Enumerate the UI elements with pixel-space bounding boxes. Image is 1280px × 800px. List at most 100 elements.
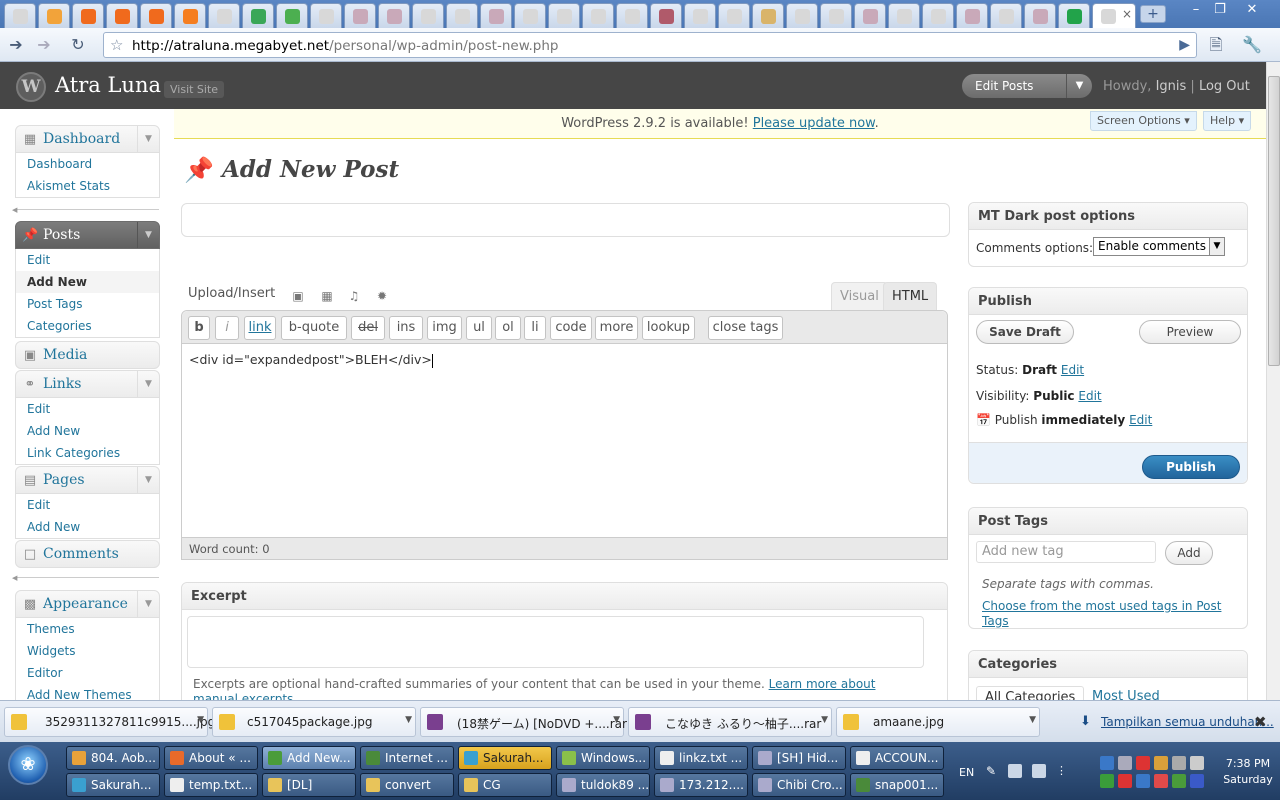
qt-lookup-button[interactable]: lookup [642, 316, 695, 340]
qt-link-button[interactable]: link [244, 316, 276, 340]
screen-options-button[interactable]: Screen Options ▾ [1090, 111, 1197, 131]
qt-italic-button[interactable]: i [215, 316, 239, 340]
menu-links[interactable]: ⚭ Links ▼ [15, 370, 160, 398]
browser-tab[interactable] [650, 3, 682, 28]
tray-icon[interactable] [1100, 756, 1114, 770]
chevron-down-icon[interactable]: ▼ [1066, 74, 1092, 98]
browser-tab[interactable] [1024, 3, 1056, 28]
download-item[interactable]: こなゆき ふるり〜柚子....rar ▼ [628, 707, 832, 737]
chevron-down-icon[interactable]: ▼ [1029, 715, 1036, 725]
menu-toggle-icon[interactable]: ▼ [137, 126, 159, 152]
tray-icon[interactable] [1100, 774, 1114, 788]
tray-icon[interactable] [1172, 756, 1186, 770]
submenu-link-categories[interactable]: Link Categories [16, 442, 159, 464]
tray-icon[interactable] [1136, 774, 1150, 788]
tray-icon[interactable] [1172, 774, 1186, 788]
browser-tab[interactable] [990, 3, 1022, 28]
tray-icon[interactable] [1154, 756, 1168, 770]
post-tags-heading[interactable]: Post Tags [969, 508, 1247, 535]
browser-tab[interactable] [684, 3, 716, 28]
browser-tab[interactable] [276, 3, 308, 28]
menu-pages[interactable]: ▤ Pages ▼ [15, 466, 160, 494]
edit-status-link[interactable]: Edit [1061, 363, 1084, 377]
scrollbar-thumb[interactable] [1268, 76, 1280, 366]
browser-tab[interactable] [38, 3, 70, 28]
system-clock[interactable]: 7:38 PM Saturday [1222, 756, 1274, 788]
tray-icon[interactable] [1190, 774, 1204, 788]
new-tab-button[interactable]: + [1140, 5, 1166, 23]
visit-site-button[interactable]: Visit Site [164, 81, 225, 98]
help-button[interactable]: Help ▾ [1203, 111, 1252, 131]
browser-tab[interactable] [412, 3, 444, 28]
user-profile-link[interactable]: Ignis [1156, 79, 1187, 94]
qt-blockquote-button[interactable]: b-quote [281, 316, 347, 340]
keyboard-icon[interactable] [1008, 764, 1022, 778]
browser-tab[interactable] [548, 3, 580, 28]
chevron-down-icon[interactable]: ▼ [821, 715, 828, 725]
qt-del-button[interactable]: del [351, 316, 385, 340]
browser-tab[interactable] [140, 3, 172, 28]
qt-bold-button[interactable]: b [188, 316, 210, 340]
browser-tab[interactable] [820, 3, 852, 28]
taskbar-button-flashing[interactable]: Sakurah... [458, 746, 552, 770]
tab-html[interactable]: HTML [883, 282, 938, 310]
publish-button[interactable]: Publish [1142, 455, 1240, 479]
menu-comments[interactable]: □ Comments [15, 540, 160, 568]
browser-tab[interactable] [1058, 3, 1090, 28]
browser-tab[interactable] [72, 3, 104, 28]
submenu-post-tags[interactable]: Post Tags [16, 293, 159, 315]
taskbar-button[interactable]: convert [360, 773, 454, 797]
taskbar-button[interactable]: CG [458, 773, 552, 797]
menu-dashboard[interactable]: ▦ Dashboard ▼ [15, 125, 160, 153]
submenu-edit-pages[interactable]: Edit [16, 494, 159, 516]
tray-icon[interactable] [1118, 774, 1132, 788]
taskbar-button[interactable]: Internet ... [360, 746, 454, 770]
browser-tab[interactable] [786, 3, 818, 28]
menu-toggle-icon[interactable]: ▼ [137, 467, 159, 493]
reload-icon[interactable]: ↻ [66, 34, 90, 56]
menu-media[interactable]: ▣ Media [15, 341, 160, 369]
submenu-editor[interactable]: Editor [16, 662, 159, 684]
menu-appearance[interactable]: ▩ Appearance ▼ [15, 590, 160, 618]
browser-tab[interactable] [922, 3, 954, 28]
excerpt-heading[interactable]: Excerpt [182, 583, 947, 610]
taskbar-button[interactable]: 173.212.... [654, 773, 748, 797]
submenu-edit-posts[interactable]: Edit [16, 249, 159, 271]
qt-ol-button[interactable]: ol [495, 316, 521, 340]
show-all-downloads-link[interactable]: Tampilkan semua unduhan... [1101, 715, 1274, 729]
submenu-add-new-page[interactable]: Add New [16, 516, 159, 538]
browser-tab[interactable] [344, 3, 376, 28]
taskbar-button[interactable]: 804. Aob... [66, 746, 160, 770]
taskbar-button[interactable]: ACCOUN... [850, 746, 944, 770]
chevron-down-icon[interactable]: ▼ [613, 715, 620, 725]
browser-tab[interactable] [174, 3, 206, 28]
browser-tab[interactable] [752, 3, 784, 28]
edit-visibility-link[interactable]: Edit [1078, 389, 1101, 403]
start-button[interactable]: ❀ [8, 745, 48, 785]
download-item[interactable]: amaane.jpg ▼ [836, 707, 1040, 737]
browser-tab[interactable] [854, 3, 886, 28]
taskbar-button[interactable]: linkz.txt ... [654, 746, 748, 770]
network-icon[interactable] [1118, 756, 1132, 770]
tray-icon[interactable] [1154, 774, 1168, 788]
update-now-link[interactable]: Please update now [753, 116, 875, 131]
browser-tab[interactable] [582, 3, 614, 28]
taskbar-button[interactable]: [SH] Hid... [752, 746, 846, 770]
minimize-icon[interactable]: – [1184, 2, 1208, 20]
browser-tab[interactable] [480, 3, 512, 28]
chevron-down-icon[interactable]: ▼ [405, 715, 412, 725]
browser-tab[interactable] [616, 3, 648, 28]
qt-ins-button[interactable]: ins [389, 316, 423, 340]
save-draft-button[interactable]: Save Draft [976, 320, 1074, 344]
browser-tab[interactable] [242, 3, 274, 28]
menu-posts[interactable]: 📌 Posts ▼ [15, 221, 160, 249]
browser-tab[interactable] [4, 3, 36, 28]
taskbar-button-active[interactable]: Add New... [262, 746, 356, 770]
language-indicator[interactable]: EN [959, 766, 974, 779]
go-icon[interactable]: ▶ [1179, 37, 1190, 53]
download-item[interactable]: c517045package.jpg ▼ [212, 707, 416, 737]
submenu-add-new-link[interactable]: Add New [16, 420, 159, 442]
categories-heading[interactable]: Categories [969, 651, 1247, 678]
qt-ul-button[interactable]: ul [466, 316, 492, 340]
page-menu-icon[interactable]: 🗎 [1204, 34, 1228, 56]
